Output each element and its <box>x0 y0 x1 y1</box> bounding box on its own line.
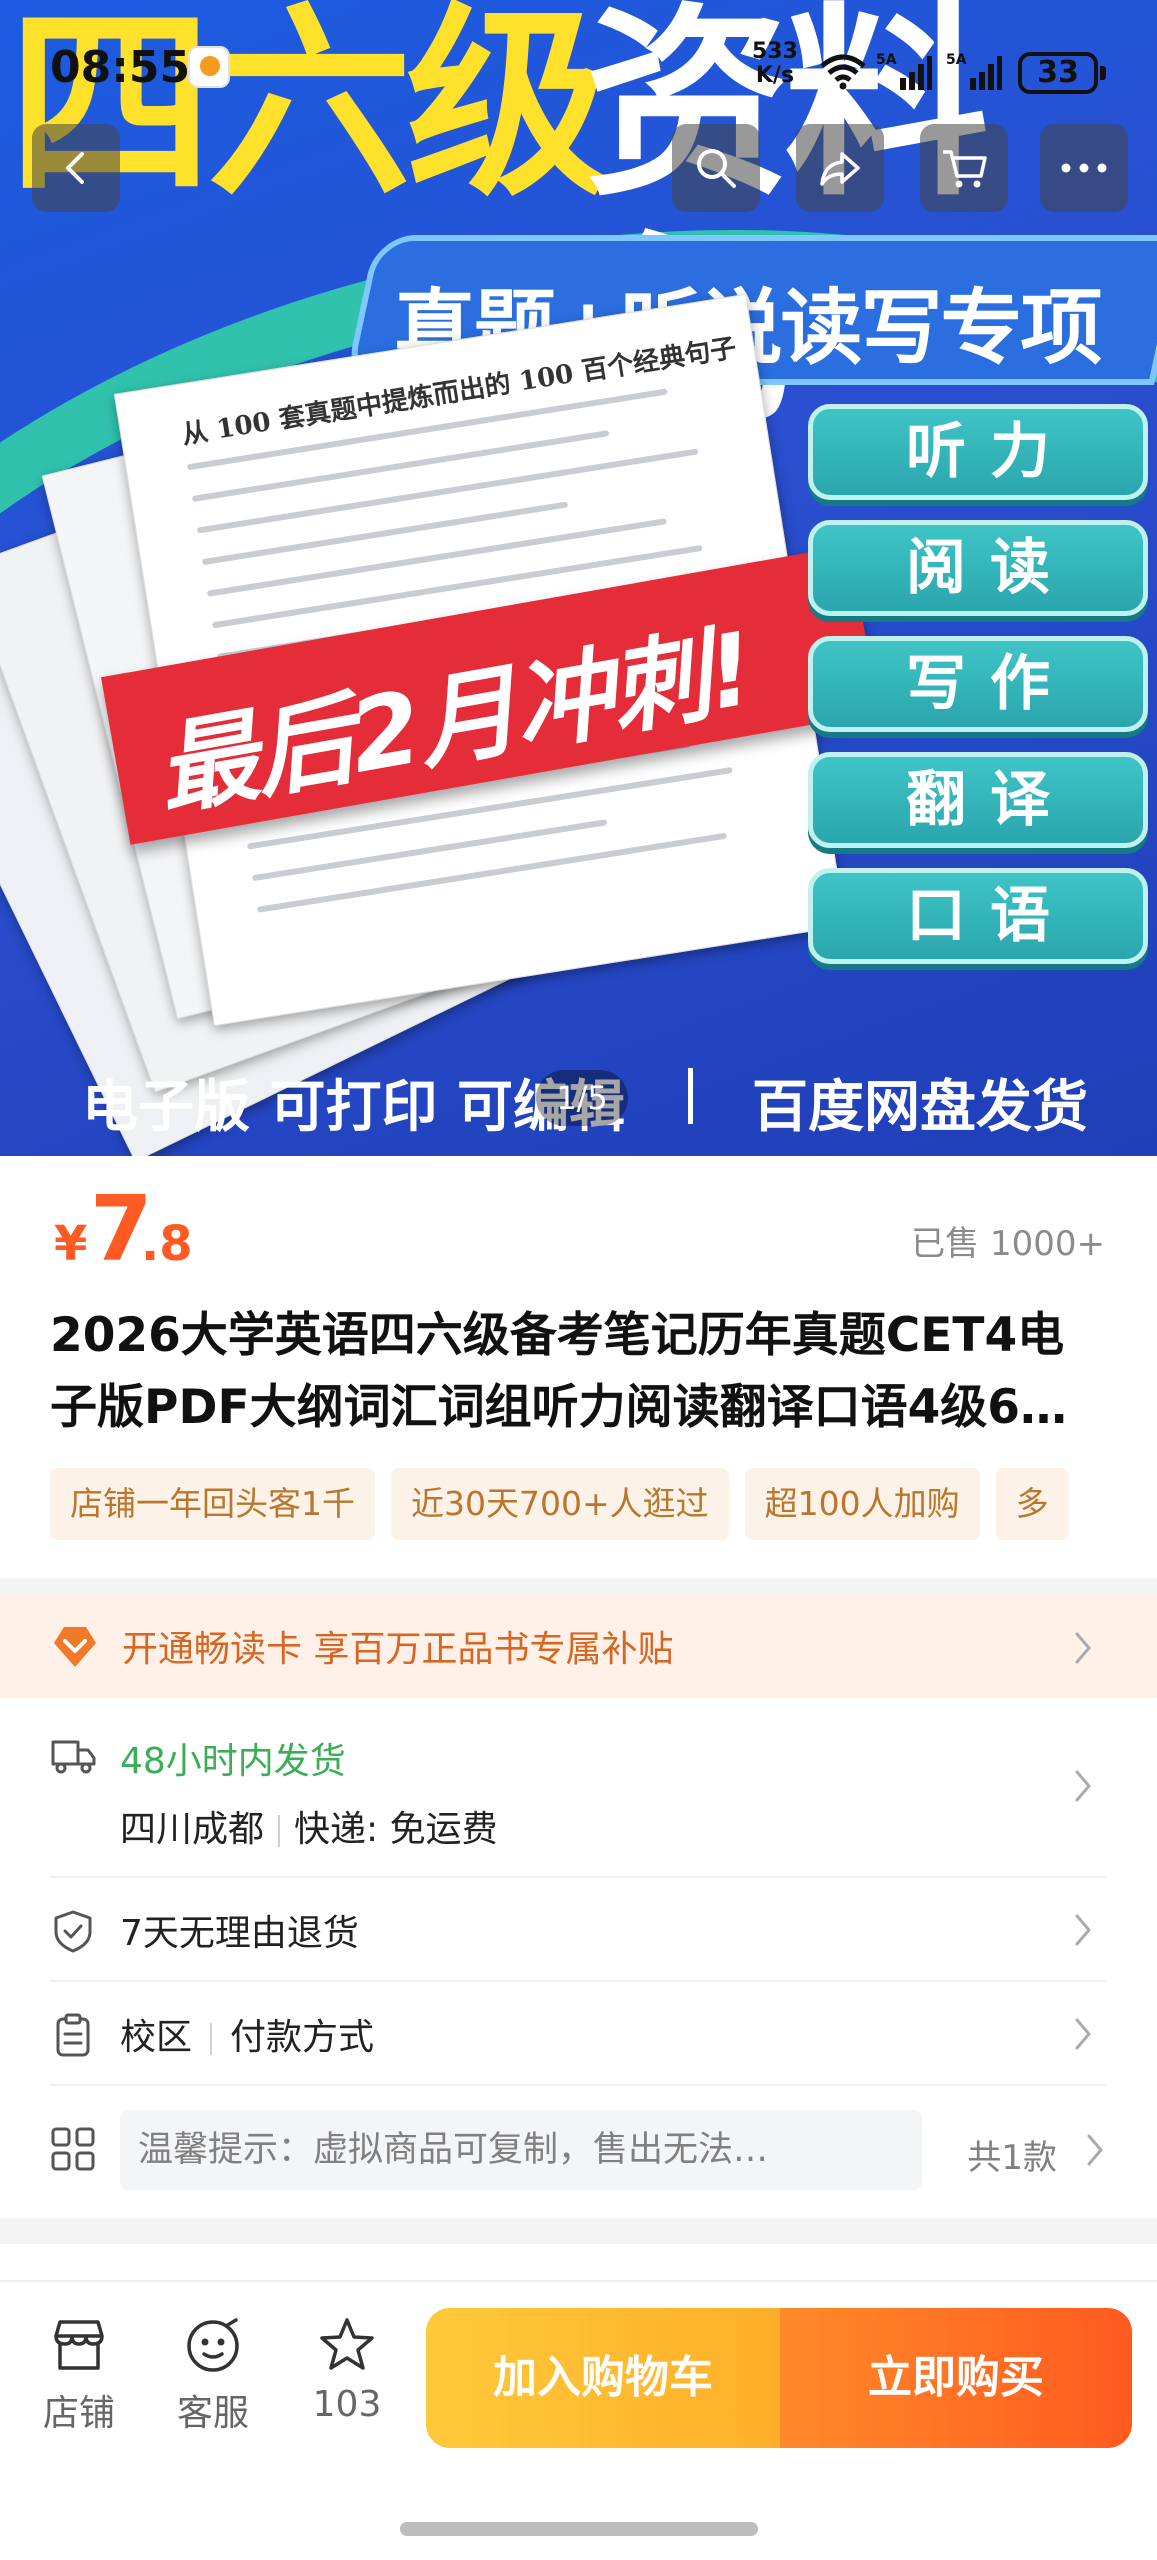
heart-badge-icon <box>54 1627 96 1667</box>
more-button[interactable] <box>1040 124 1128 212</box>
hero-footer-divider <box>688 1068 693 1124</box>
price-decimal: .8 <box>141 1216 193 1272</box>
product-title-line: 2026大学英语四六级备考笔记历年真题CET4电 <box>50 1308 1065 1363</box>
battery-indicator: 33 <box>1018 52 1106 94</box>
price-row: ¥ 7 .8 已售 1000+ <box>0 1156 1157 1286</box>
chevron-right-icon <box>1075 1632 1091 1664</box>
sold-count: 已售 1000+ <box>911 1224 1105 1264</box>
more-dots-icon <box>1061 163 1107 173</box>
variant-count: 共1款 <box>967 2138 1057 2178</box>
wifi-icon <box>820 54 866 90</box>
store-icon <box>54 2320 104 2370</box>
back-button[interactable] <box>32 124 120 212</box>
star-icon <box>320 2318 374 2370</box>
search-icon <box>697 149 736 188</box>
payment-label: 付款方式 <box>230 2017 375 2058</box>
skill-label: 写作 <box>906 649 1074 719</box>
product-tag: 超100人加购 <box>744 1468 980 1540</box>
skill-badge: 听力 <box>808 404 1148 500</box>
network-speed: 533 K/s <box>752 40 798 88</box>
variant-tip-row[interactable]: 温馨提示：虚拟商品可复制，售出无法… 共1款 <box>50 2086 1107 2214</box>
skill-label: 阅读 <box>906 533 1074 603</box>
cart-button[interactable] <box>920 124 1008 212</box>
skill-label: 听力 <box>906 417 1074 487</box>
grid-icon <box>51 2127 95 2171</box>
customer-service-button[interactable]: 客服 <box>158 2314 268 2436</box>
section-divider <box>0 1578 1157 1594</box>
ship-method-label: 快递: <box>294 1809 379 1850</box>
product-tag: 近30天700+人逛过 <box>391 1468 729 1540</box>
signal-badge: 5A <box>946 52 967 68</box>
service-label: 客服 <box>176 2393 249 2434</box>
reading-card-promo[interactable]: 开通畅读卡 享百万正品书专属补贴 <box>0 1594 1157 1698</box>
chevron-right-icon <box>1075 2018 1091 2050</box>
product-title: 2026大学英语四六级备考笔记历年真题CET4电 子版PDF大纲词汇词组听力阅读… <box>50 1300 1110 1444</box>
price-currency: ¥ <box>54 1216 88 1272</box>
network-speed-unit: K/s <box>755 63 795 88</box>
skill-list: 听力 阅读 写作 翻译 口语 <box>808 404 1148 984</box>
section-divider <box>0 2218 1157 2244</box>
shop-label: 店铺 <box>42 2393 115 2434</box>
skill-label: 翻译 <box>906 765 1074 835</box>
chevron-left-icon <box>66 152 84 184</box>
status-time: 08:55 <box>50 42 191 93</box>
chat-face-icon <box>187 2318 239 2372</box>
app-notification-icon <box>188 46 230 88</box>
truck-icon <box>51 1740 96 1774</box>
search-button[interactable] <box>672 124 760 212</box>
ship-time: 48小时内发货 <box>120 1741 346 1782</box>
product-tag: 店铺一年回头客1千 <box>50 1468 375 1540</box>
carousel-pager: 1/5 <box>536 1070 628 1126</box>
home-indicator[interactable] <box>400 2522 758 2536</box>
buy-now-button[interactable]: 立即购买 <box>780 2308 1132 2448</box>
skill-badge: 阅读 <box>808 520 1148 616</box>
campus-label: 校区 <box>120 2017 193 2058</box>
ship-location: 四川成都 快递: 免运费 <box>120 1800 498 1852</box>
share-button[interactable] <box>796 124 884 212</box>
product-title-line: 子版PDF大纲词汇词组听力阅读翻译口语4级6… <box>50 1380 1067 1435</box>
favorite-button[interactable]: 103 <box>292 2314 402 2425</box>
chevron-right-icon <box>1087 2134 1103 2166</box>
shop-button[interactable]: 店铺 <box>24 2314 134 2436</box>
ship-fee: 免运费 <box>389 1809 498 1850</box>
skill-badge: 翻译 <box>808 752 1148 848</box>
cart-icon <box>943 150 987 188</box>
shipping-info-row[interactable]: 48小时内发货 四川成都 快递: 免运费 <box>50 1698 1107 1878</box>
ship-from: 四川成都 <box>120 1809 265 1850</box>
product-tag: 多 <box>995 1468 1069 1540</box>
status-bar: 08:55 533 K/s 5A 5A 33 <box>0 0 1157 140</box>
skill-label: 口语 <box>906 881 1074 951</box>
skill-badge: 写作 <box>808 636 1148 732</box>
skill-badge: 口语 <box>808 868 1148 964</box>
returns-row[interactable]: 7天无理由退货 <box>50 1878 1107 1982</box>
promo-text: 开通畅读卡 享百万正品书专属补贴 <box>122 1629 674 1670</box>
cell-signal-icon: 5A <box>876 52 932 90</box>
returns-text: 7天无理由退货 <box>120 1913 359 1954</box>
tip-text: 温馨提示：虚拟商品可复制，售出无法… <box>120 2110 922 2190</box>
product-tags: 店铺一年回头客1千 近30天700+人逛过 超100人加购多 <box>50 1468 1157 1540</box>
campus-payment-row[interactable]: 校区 付款方式 <box>50 1982 1107 2086</box>
bottom-action-bar: 店铺 客服 103 加入购物车 立即购买 <box>0 2280 1157 2480</box>
share-icon <box>820 152 860 186</box>
network-speed-value: 533 <box>752 39 798 64</box>
clipboard-icon <box>56 2013 90 2057</box>
signal-badge: 5A <box>876 52 897 68</box>
shield-check-icon <box>54 1910 92 1953</box>
campus-payment-text: 校区 付款方式 <box>120 2008 374 2060</box>
cell-signal-icon: 5A <box>946 52 1002 90</box>
add-to-cart-button[interactable]: 加入购物车 <box>426 2308 780 2448</box>
chevron-right-icon <box>1075 1914 1091 1946</box>
hero-footer-right: 百度网盘发货 <box>752 1075 1088 1140</box>
chevron-right-icon <box>1075 1770 1091 1802</box>
favorites-count: 103 <box>312 2384 382 2425</box>
